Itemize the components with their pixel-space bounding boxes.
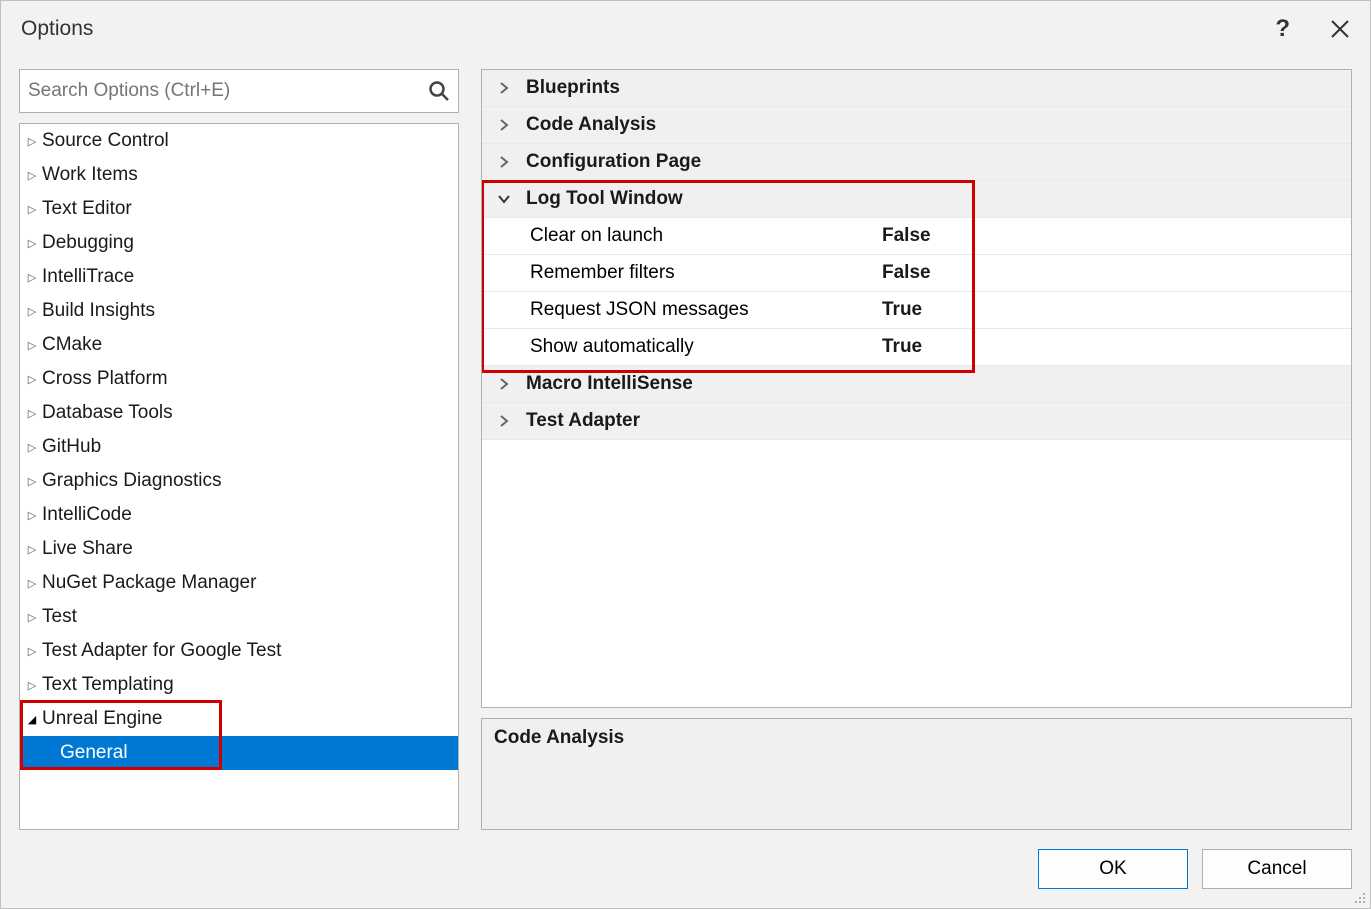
tree-item-intellitrace[interactable]: ▷IntelliTrace (20, 260, 458, 294)
chevron-right-icon: ▷ (24, 577, 40, 590)
left-pane: ▷Source Control ▷Work Items ▷Text Editor… (19, 69, 459, 830)
titlebar: Options ? (1, 1, 1370, 57)
property-show-automatically[interactable]: Show automatically True (482, 329, 1351, 366)
chevron-right-icon: ▷ (24, 407, 40, 420)
description-pane: Code Analysis (481, 718, 1352, 830)
tree-item-intellicode[interactable]: ▷IntelliCode (20, 498, 458, 532)
search-input[interactable] (28, 80, 428, 102)
chevron-right-icon: ▷ (24, 305, 40, 318)
tree-item-unreal-general[interactable]: General (20, 736, 458, 770)
search-icon[interactable] (428, 80, 450, 102)
cancel-button[interactable]: Cancel (1202, 849, 1352, 889)
chevron-right-icon: ▷ (24, 441, 40, 454)
chevron-right-icon: ▷ (24, 475, 40, 488)
content-area: ▷Source Control ▷Work Items ▷Text Editor… (1, 57, 1370, 830)
resize-grip-icon[interactable] (1352, 890, 1366, 904)
search-box[interactable] (19, 69, 459, 113)
tree-item-source-control[interactable]: ▷Source Control (20, 124, 458, 158)
chevron-down-icon[interactable] (482, 192, 526, 206)
chevron-right-icon: ▷ (24, 237, 40, 250)
tree-item-database-tools[interactable]: ▷Database Tools (20, 396, 458, 430)
ok-button[interactable]: OK (1038, 849, 1188, 889)
tree-item-build-insights[interactable]: ▷Build Insights (20, 294, 458, 328)
category-macro-intellisense[interactable]: Macro IntelliSense (482, 366, 1351, 403)
property-grid[interactable]: Blueprints Code Analysis Configuration P… (481, 69, 1352, 708)
chevron-right-icon: ▷ (24, 373, 40, 386)
chevron-right-icon: ▷ (24, 645, 40, 658)
tree-item-debugging[interactable]: ▷Debugging (20, 226, 458, 260)
titlebar-controls: ? (1275, 15, 1350, 43)
category-configuration-page[interactable]: Configuration Page (482, 144, 1351, 181)
chevron-right-icon: ▷ (24, 679, 40, 692)
dialog-footer: OK Cancel (1, 830, 1370, 908)
right-pane: Blueprints Code Analysis Configuration P… (481, 69, 1352, 830)
chevron-right-icon: ▷ (24, 271, 40, 284)
category-log-tool-window[interactable]: Log Tool Window (482, 181, 1351, 218)
property-clear-on-launch[interactable]: Clear on launch False (482, 218, 1351, 255)
tree-item-github[interactable]: ▷GitHub (20, 430, 458, 464)
close-icon[interactable] (1330, 19, 1350, 39)
window-title: Options (21, 17, 93, 41)
tree-item-unreal-engine[interactable]: ◢Unreal Engine (20, 702, 458, 736)
chevron-down-icon: ◢ (24, 713, 40, 726)
property-request-json[interactable]: Request JSON messages True (482, 292, 1351, 329)
tree-item-text-templating[interactable]: ▷Text Templating (20, 668, 458, 702)
category-blueprints[interactable]: Blueprints (482, 70, 1351, 107)
tree-item-nuget[interactable]: ▷NuGet Package Manager (20, 566, 458, 600)
tree-item-graphics-diagnostics[interactable]: ▷Graphics Diagnostics (20, 464, 458, 498)
chevron-right-icon: ▷ (24, 509, 40, 522)
category-tree[interactable]: ▷Source Control ▷Work Items ▷Text Editor… (20, 124, 458, 829)
chevron-right-icon: ▷ (24, 135, 40, 148)
property-remember-filters[interactable]: Remember filters False (482, 255, 1351, 292)
chevron-right-icon[interactable] (482, 377, 526, 391)
tree-item-text-editor[interactable]: ▷Text Editor (20, 192, 458, 226)
chevron-right-icon: ▷ (24, 611, 40, 624)
chevron-right-icon[interactable] (482, 81, 526, 95)
chevron-right-icon: ▷ (24, 203, 40, 216)
tree-item-cross-platform[interactable]: ▷Cross Platform (20, 362, 458, 396)
tree-item-cmake[interactable]: ▷CMake (20, 328, 458, 362)
options-dialog: Options ? ▷Source Control ▷Work Items ▷T… (0, 0, 1371, 909)
chevron-right-icon: ▷ (24, 169, 40, 182)
chevron-right-icon[interactable] (482, 155, 526, 169)
chevron-right-icon[interactable] (482, 414, 526, 428)
tree-item-live-share[interactable]: ▷Live Share (20, 532, 458, 566)
category-code-analysis[interactable]: Code Analysis (482, 107, 1351, 144)
category-tree-container: ▷Source Control ▷Work Items ▷Text Editor… (19, 123, 459, 830)
chevron-right-icon: ▷ (24, 339, 40, 352)
category-test-adapter[interactable]: Test Adapter (482, 403, 1351, 440)
tree-item-work-items[interactable]: ▷Work Items (20, 158, 458, 192)
tree-item-test[interactable]: ▷Test (20, 600, 458, 634)
tree-item-test-adapter-gtest[interactable]: ▷Test Adapter for Google Test (20, 634, 458, 668)
help-icon[interactable]: ? (1275, 15, 1290, 43)
chevron-right-icon[interactable] (482, 118, 526, 132)
chevron-right-icon: ▷ (24, 543, 40, 556)
description-title: Code Analysis (494, 727, 624, 748)
